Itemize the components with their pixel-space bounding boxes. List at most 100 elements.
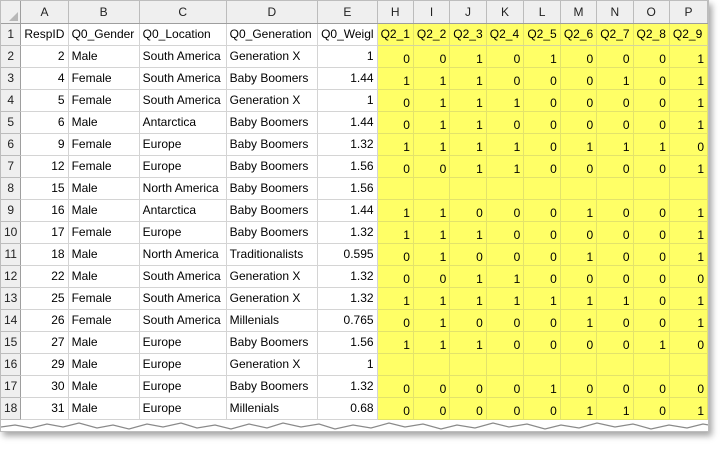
gender-cell[interactable]: Male xyxy=(68,177,140,200)
header-cell[interactable]: Q2_7 xyxy=(596,23,634,46)
q2-response-cell[interactable]: 0 xyxy=(633,221,670,244)
q2-response-cell[interactable]: 0 xyxy=(669,133,708,156)
q2-response-cell[interactable]: 0 xyxy=(486,111,525,134)
q2-response-cell[interactable]: 0 xyxy=(449,375,487,398)
q2-response-cell[interactable]: 1 xyxy=(596,397,634,420)
q2-response-cell[interactable]: 1 xyxy=(377,287,414,310)
header-cell[interactable]: Q2_5 xyxy=(523,23,561,46)
row-number[interactable]: 12 xyxy=(1,265,22,288)
q2-response-cell[interactable]: 1 xyxy=(669,199,708,222)
respid-cell[interactable]: 30 xyxy=(20,375,69,398)
q2-response-cell[interactable]: 1 xyxy=(449,133,487,156)
column-header-j[interactable]: J xyxy=(449,1,487,24)
q2-response-cell[interactable]: 1 xyxy=(377,67,414,90)
q2-response-cell[interactable]: 1 xyxy=(486,133,525,156)
q2-response-cell[interactable]: 0 xyxy=(377,265,414,288)
generation-cell[interactable]: Traditionalists xyxy=(226,243,319,266)
q2-response-cell[interactable] xyxy=(413,177,451,200)
q2-response-cell[interactable]: 0 xyxy=(560,45,598,68)
column-header-a[interactable]: A xyxy=(20,1,69,24)
generation-cell[interactable]: Baby Boomers xyxy=(226,331,319,354)
q2-response-cell[interactable]: 1 xyxy=(449,111,487,134)
q2-response-cell[interactable]: 1 xyxy=(413,89,451,112)
row-number[interactable]: 8 xyxy=(1,177,22,200)
respid-cell[interactable]: 22 xyxy=(20,265,69,288)
q2-response-cell[interactable]: 0 xyxy=(560,375,598,398)
location-cell[interactable]: Europe xyxy=(139,133,227,156)
q2-response-cell[interactable]: 0 xyxy=(413,155,451,178)
q2-response-cell[interactable] xyxy=(377,177,414,200)
weight-cell[interactable]: 0.595 xyxy=(317,243,378,266)
row-number[interactable]: 10 xyxy=(1,221,22,244)
q2-response-cell[interactable]: 1 xyxy=(413,199,451,222)
weight-cell[interactable]: 1.44 xyxy=(317,199,378,222)
q2-response-cell[interactable]: 1 xyxy=(377,221,414,244)
q2-response-cell[interactable]: 1 xyxy=(449,45,487,68)
q2-response-cell[interactable]: 0 xyxy=(413,397,451,420)
q2-response-cell[interactable] xyxy=(449,177,487,200)
respid-cell[interactable]: 2 xyxy=(20,45,69,68)
q2-response-cell[interactable] xyxy=(633,353,670,376)
q2-response-cell[interactable]: 0 xyxy=(633,265,670,288)
header-cell[interactable]: Q2_2 xyxy=(413,23,451,46)
row-number[interactable]: 9 xyxy=(1,199,22,222)
header-cell[interactable]: Q2_1 xyxy=(377,23,414,46)
q2-response-cell[interactable]: 1 xyxy=(413,331,451,354)
q2-response-cell[interactable]: 1 xyxy=(669,287,708,310)
q2-response-cell[interactable]: 0 xyxy=(633,155,670,178)
gender-cell[interactable]: Female xyxy=(68,155,140,178)
gender-cell[interactable]: Male xyxy=(68,265,140,288)
gender-cell[interactable]: Male xyxy=(68,45,140,68)
q2-response-cell[interactable] xyxy=(377,353,414,376)
q2-response-cell[interactable]: 1 xyxy=(377,199,414,222)
respid-cell[interactable]: 5 xyxy=(20,89,69,112)
row-number[interactable]: 5 xyxy=(1,111,22,134)
header-cell[interactable]: Q2_8 xyxy=(633,23,670,46)
q2-response-cell[interactable]: 1 xyxy=(413,287,451,310)
q2-response-cell[interactable]: 1 xyxy=(486,287,525,310)
respid-cell[interactable]: 27 xyxy=(20,331,69,354)
row-number[interactable]: 7 xyxy=(1,155,22,178)
q2-response-cell[interactable]: 0 xyxy=(560,89,598,112)
q2-response-cell[interactable]: 1 xyxy=(449,331,487,354)
generation-cell[interactable]: Baby Boomers xyxy=(226,375,319,398)
q2-response-cell[interactable]: 0 xyxy=(633,243,670,266)
q2-response-cell[interactable]: 0 xyxy=(596,309,634,332)
column-header-h[interactable]: H xyxy=(377,1,414,24)
q2-response-cell[interactable] xyxy=(413,353,451,376)
weight-cell[interactable]: 1.56 xyxy=(317,177,378,200)
q2-response-cell[interactable]: 1 xyxy=(486,265,525,288)
column-header-e[interactable]: E xyxy=(317,1,378,24)
q2-response-cell[interactable]: 1 xyxy=(486,89,525,112)
q2-response-cell[interactable]: 0 xyxy=(596,265,634,288)
location-cell[interactable]: South America xyxy=(139,67,227,90)
q2-response-cell[interactable]: 1 xyxy=(560,243,598,266)
column-header-n[interactable]: N xyxy=(596,1,634,24)
location-cell[interactable]: North America xyxy=(139,243,227,266)
location-cell[interactable]: South America xyxy=(139,265,227,288)
q2-response-cell[interactable]: 0 xyxy=(633,397,670,420)
weight-cell[interactable]: 1.56 xyxy=(317,155,378,178)
q2-response-cell[interactable]: 0 xyxy=(633,309,670,332)
gender-cell[interactable]: Male xyxy=(68,199,140,222)
q2-response-cell[interactable]: 0 xyxy=(633,287,670,310)
generation-cell[interactable]: Baby Boomers xyxy=(226,67,319,90)
q2-response-cell[interactable]: 0 xyxy=(633,111,670,134)
q2-response-cell[interactable] xyxy=(523,353,561,376)
q2-response-cell[interactable]: 0 xyxy=(523,133,561,156)
generation-cell[interactable]: Baby Boomers xyxy=(226,199,319,222)
row-number[interactable]: 11 xyxy=(1,243,22,266)
respid-cell[interactable]: 6 xyxy=(20,111,69,134)
q2-response-cell[interactable] xyxy=(596,177,634,200)
respid-cell[interactable]: 12 xyxy=(20,155,69,178)
gender-cell[interactable]: Female xyxy=(68,221,140,244)
q2-response-cell[interactable]: 0 xyxy=(596,111,634,134)
column-header-i[interactable]: I xyxy=(413,1,451,24)
q2-response-cell[interactable]: 0 xyxy=(377,309,414,332)
gender-cell[interactable]: Female xyxy=(68,133,140,156)
weight-cell[interactable]: 1.44 xyxy=(317,111,378,134)
gender-cell[interactable]: Male xyxy=(68,111,140,134)
respid-cell[interactable]: 26 xyxy=(20,309,69,332)
q2-response-cell[interactable]: 0 xyxy=(449,199,487,222)
q2-response-cell[interactable]: 0 xyxy=(596,45,634,68)
